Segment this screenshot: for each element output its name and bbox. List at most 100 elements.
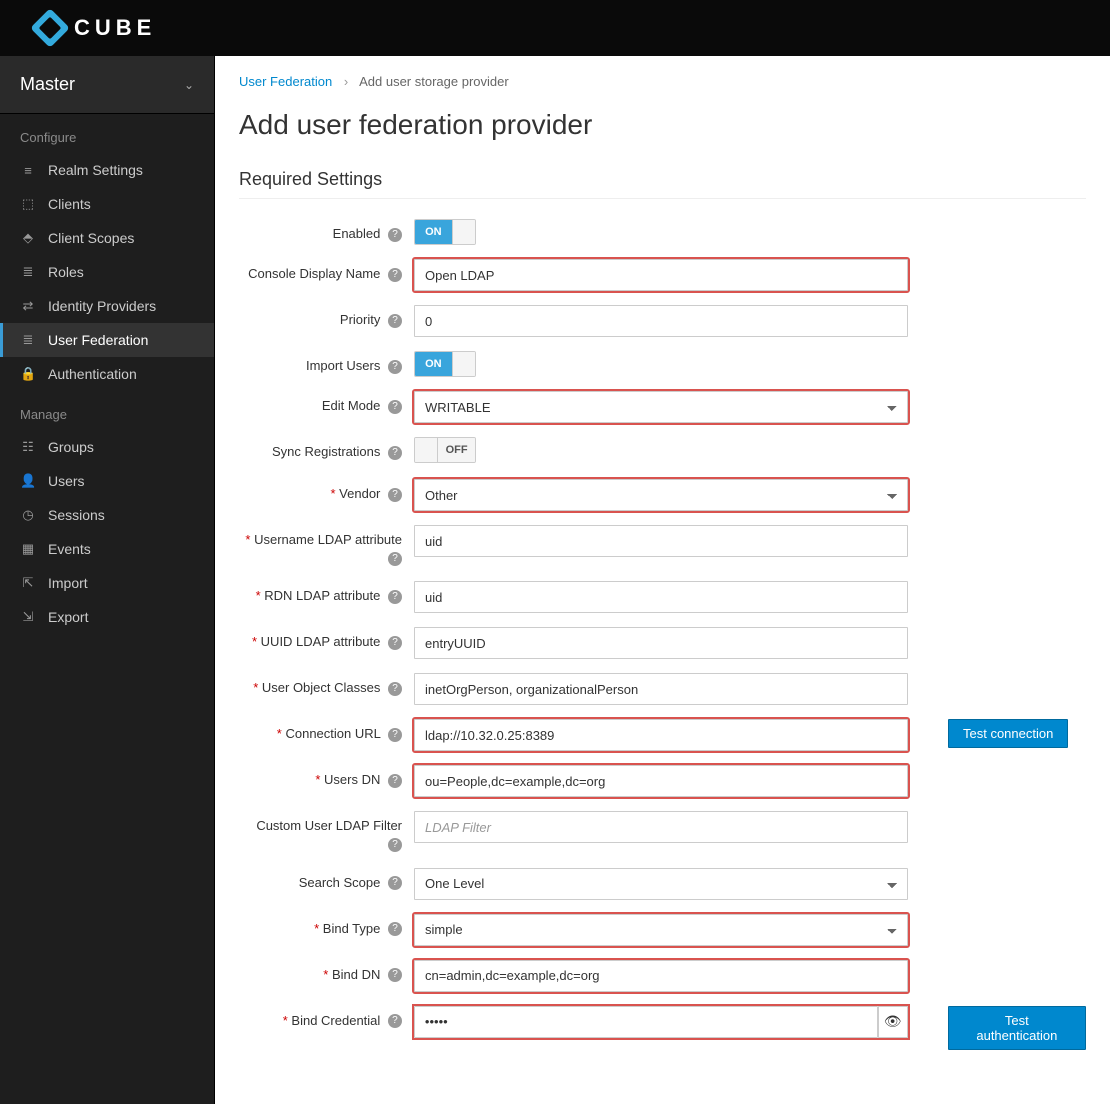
- help-icon[interactable]: ?: [388, 728, 402, 742]
- help-icon[interactable]: ?: [388, 228, 402, 242]
- input-console-name[interactable]: [414, 259, 908, 291]
- nav-icon: 👤: [20, 473, 36, 489]
- help-icon[interactable]: ?: [388, 636, 402, 650]
- logo[interactable]: CUBE: [36, 14, 156, 42]
- sidebar-item-sessions[interactable]: ◷ Sessions: [0, 498, 214, 532]
- help-icon[interactable]: ?: [388, 968, 402, 982]
- test-authentication-button[interactable]: Test authentication: [948, 1006, 1086, 1050]
- label-uuid-attr: UUID LDAP attribute: [261, 634, 381, 649]
- label-edit-mode: Edit Mode: [322, 398, 381, 413]
- help-icon[interactable]: ?: [388, 922, 402, 936]
- sidebar-item-groups[interactable]: ☷Groups: [0, 430, 214, 464]
- toggle-sync-reg[interactable]: ONOFF: [414, 437, 476, 463]
- breadcrumb-sep: ›: [344, 74, 348, 89]
- label-bind-type: Bind Type: [323, 921, 381, 936]
- input-obj-classes[interactable]: [414, 673, 908, 705]
- nav-label: Events: [48, 541, 91, 557]
- logo-icon: [30, 8, 70, 48]
- sidebar-item-users[interactable]: 👤 Users: [0, 464, 214, 498]
- help-icon[interactable]: ?: [388, 552, 402, 566]
- nav-label: Clients: [48, 196, 91, 212]
- realm-selector[interactable]: Master ⌄: [0, 56, 214, 114]
- nav-icon: ◷: [20, 507, 36, 523]
- select-bind-type[interactable]: simple: [414, 914, 908, 946]
- breadcrumb-current: Add user storage provider: [359, 74, 509, 89]
- topbar: CUBE: [0, 0, 1110, 56]
- section-heading: Required Settings: [239, 169, 1086, 199]
- label-rdn-attr: RDN LDAP attribute: [264, 588, 380, 603]
- input-rdn-attr[interactable]: [414, 581, 908, 613]
- nav-icon: ⇱: [20, 575, 36, 591]
- sidebar-item-clients[interactable]: ⬚ Clients: [0, 187, 214, 221]
- label-priority: Priority: [340, 312, 380, 327]
- input-uuid-attr[interactable]: [414, 627, 908, 659]
- nav-label: Import: [48, 575, 88, 591]
- label-vendor: Vendor: [339, 486, 380, 501]
- nav-label: Client Scopes: [48, 230, 134, 246]
- label-search-scope: Search Scope: [299, 875, 381, 890]
- help-icon[interactable]: ?: [388, 876, 402, 890]
- help-icon[interactable]: ?: [388, 360, 402, 374]
- nav-label: User Federation: [48, 332, 148, 348]
- input-conn-url[interactable]: [414, 719, 908, 751]
- label-enabled: Enabled: [333, 226, 381, 241]
- label-bind-cred: Bind Credential: [291, 1013, 380, 1028]
- sidebar-item-identity-providers[interactable]: ⇄ Identity Providers: [0, 289, 214, 323]
- nav-label: Users: [48, 473, 85, 489]
- input-priority[interactable]: [414, 305, 908, 337]
- breadcrumb: User Federation › Add user storage provi…: [239, 74, 1086, 89]
- label-sync-reg: Sync Registrations: [272, 444, 380, 459]
- nav-icon: ⬚: [20, 196, 36, 212]
- sidebar-item-user-federation[interactable]: ≣ User Federation: [0, 323, 214, 357]
- help-icon[interactable]: ?: [388, 774, 402, 788]
- toggle-import-users[interactable]: ONOFF: [414, 351, 476, 377]
- sidebar-item-client-scopes[interactable]: ⬘ Client Scopes: [0, 221, 214, 255]
- label-users-dn: Users DN: [324, 772, 380, 787]
- nav-icon: ⇄: [20, 298, 36, 314]
- help-icon[interactable]: ?: [388, 838, 402, 852]
- help-icon[interactable]: ?: [388, 682, 402, 696]
- label-console-name: Console Display Name: [248, 266, 380, 281]
- chevron-down-icon: ⌄: [184, 78, 194, 92]
- help-icon[interactable]: ?: [388, 1014, 402, 1028]
- nav-label: Identity Providers: [48, 298, 156, 314]
- label-custom-filter: Custom User LDAP Filter: [256, 818, 402, 833]
- help-icon[interactable]: ?: [388, 446, 402, 460]
- page-title: Add user federation provider: [239, 109, 1086, 141]
- select-edit-mode[interactable]: WRITABLE: [414, 391, 908, 423]
- nav-label: Realm Settings: [48, 162, 143, 178]
- reveal-password-button[interactable]: 👁: [878, 1006, 908, 1038]
- toggle-enabled[interactable]: ONOFF: [414, 219, 476, 245]
- sidebar-item-import[interactable]: ⇱ Import: [0, 566, 214, 600]
- help-icon[interactable]: ?: [388, 400, 402, 414]
- input-custom-filter[interactable]: [414, 811, 908, 843]
- label-conn-url: Connection URL: [285, 726, 380, 741]
- help-icon[interactable]: ?: [388, 488, 402, 502]
- nav-icon: ≣: [20, 332, 36, 348]
- input-username-attr[interactable]: [414, 525, 908, 557]
- label-import-users: Import Users: [306, 358, 380, 373]
- sidebar-item-export[interactable]: ⇲Export: [0, 600, 214, 634]
- test-connection-button[interactable]: Test connection: [948, 719, 1068, 748]
- sidebar-item-realm-settings[interactable]: ≡ Realm Settings: [0, 153, 214, 187]
- select-vendor[interactable]: Other: [414, 479, 908, 511]
- nav-icon: ☷: [20, 439, 36, 455]
- breadcrumb-root[interactable]: User Federation: [239, 74, 332, 89]
- help-icon[interactable]: ?: [388, 590, 402, 604]
- help-icon[interactable]: ?: [388, 268, 402, 282]
- nav-icon: ≣: [20, 264, 36, 280]
- nav-icon: 🔒: [20, 366, 36, 382]
- brand-text: CUBE: [74, 15, 156, 41]
- nav-icon: ⬘: [20, 230, 36, 246]
- nav-label: Sessions: [48, 507, 105, 523]
- sidebar-item-authentication[interactable]: 🔒Authentication: [0, 357, 214, 391]
- select-search-scope[interactable]: One Level: [414, 868, 908, 900]
- nav-icon: ≡: [20, 163, 36, 178]
- input-users-dn[interactable]: [414, 765, 908, 797]
- sidebar-item-events[interactable]: ▦Events: [0, 532, 214, 566]
- help-icon[interactable]: ?: [388, 314, 402, 328]
- sidebar-item-roles[interactable]: ≣ Roles: [0, 255, 214, 289]
- input-bind-dn[interactable]: [414, 960, 908, 992]
- input-bind-cred[interactable]: [414, 1006, 878, 1038]
- nav-label: Roles: [48, 264, 84, 280]
